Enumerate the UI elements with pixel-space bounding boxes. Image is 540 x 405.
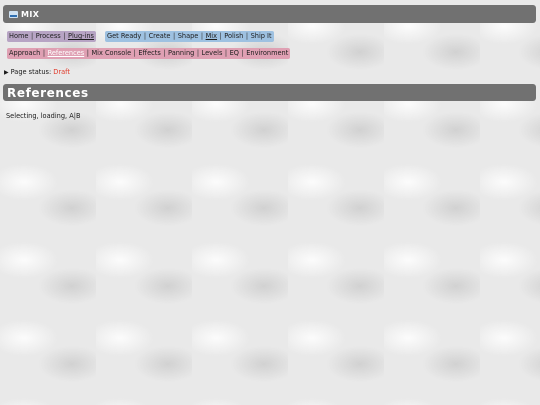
- page-status-label: Page status:: [10, 68, 52, 76]
- nav-item-process[interactable]: Process: [36, 32, 61, 40]
- nav-item-mix[interactable]: Mix: [206, 32, 217, 40]
- separator: |: [224, 49, 228, 57]
- nav-item-effects[interactable]: Effects: [138, 49, 160, 57]
- separator: |: [245, 32, 249, 40]
- page-title: References: [7, 85, 89, 100]
- nav-item-levels[interactable]: Levels: [202, 49, 223, 57]
- nav-item-panning[interactable]: Panning: [168, 49, 194, 57]
- window-title: MIX: [21, 9, 40, 19]
- foam-background: [0, 0, 540, 405]
- page-body-text: Selecting, loading, A|B: [6, 112, 81, 120]
- separator: |: [63, 32, 66, 40]
- nav-item-approach[interactable]: Approach: [9, 49, 40, 57]
- nav-item-references[interactable]: References: [48, 49, 85, 57]
- nav-item-shape[interactable]: Shape: [178, 32, 199, 40]
- separator: |: [143, 32, 147, 40]
- page-status[interactable]: ▶ Page status: Draft: [4, 68, 70, 76]
- nav-item-get-ready[interactable]: Get Ready: [107, 32, 141, 40]
- separator: |: [30, 32, 34, 40]
- nav-item-mix-console[interactable]: Mix Console: [91, 49, 131, 57]
- nav-item-plug-ins[interactable]: Plug-ins: [68, 32, 94, 40]
- separator: |: [42, 49, 46, 57]
- separator: |: [200, 32, 204, 40]
- nav-item-polish[interactable]: Polish: [224, 32, 243, 40]
- nav-primary: Home | Process | Plug-ins: [7, 31, 96, 42]
- page-status-value: Draft: [53, 68, 70, 76]
- nav-secondary: Get Ready | Create | Shape | Mix | Polish | Ship I…: [105, 31, 274, 42]
- nav-tertiary: Approach | References | Mix Console | Effects |…: [7, 48, 291, 59]
- nav-item-environment[interactable]: Environment: [246, 49, 288, 57]
- separator: |: [196, 49, 200, 57]
- page-header: References: [3, 84, 536, 101]
- nav-item-home[interactable]: Home: [9, 32, 28, 40]
- triangle-right-icon[interactable]: ▶: [4, 69, 9, 76]
- audio-mixer-icon: [9, 10, 18, 18]
- separator: |: [163, 49, 166, 57]
- nav-item-ship-it[interactable]: Ship It: [251, 32, 272, 40]
- title-bar: MIX: [3, 5, 536, 23]
- nav-item-eq[interactable]: EQ: [230, 49, 239, 57]
- nav-item-create[interactable]: Create: [149, 32, 171, 40]
- separator: |: [172, 32, 176, 40]
